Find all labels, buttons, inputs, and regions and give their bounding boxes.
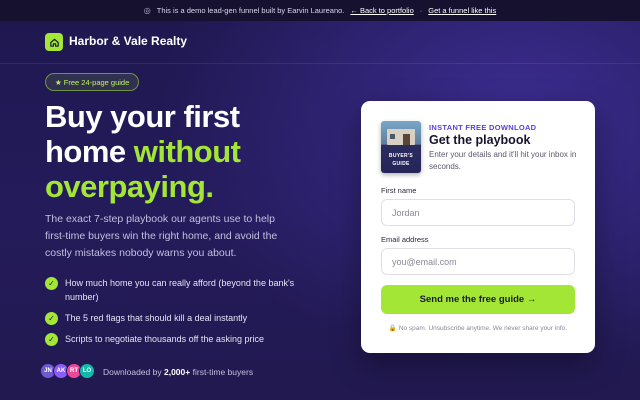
check-icon: ✓ xyxy=(45,333,58,346)
check-icon: ✓ xyxy=(45,277,58,290)
hero-description: The exact 7-step playbook our agents use… xyxy=(45,213,278,259)
avatar-group: JN AK RT LO xyxy=(40,363,95,379)
banner-text: This is a demo lead-gen funnel built by … xyxy=(156,6,345,15)
page-headline: Buy your first home without overpaying. xyxy=(45,99,345,204)
lead-form-card: BUYER'S GUIDE INSTANT FREE DOWNLOAD Get … xyxy=(361,101,595,353)
form-title: Get the playbook xyxy=(429,133,531,147)
free-guide-badge: ★ Free 24-page guide xyxy=(45,73,140,91)
benefits-list: ✓ How much home you can really afford (b… xyxy=(45,276,325,353)
headline-accent-2: overpaying. xyxy=(45,169,214,204)
demo-icon: ◎ xyxy=(143,6,151,15)
banner-separator: · xyxy=(419,6,423,15)
back-to-portfolio-link[interactable]: ← Back to portfolio xyxy=(350,6,413,15)
send-guide-button[interactable]: Send me the free guide → xyxy=(381,285,575,314)
benefit-text: Scripts to negotiate thousands off the a… xyxy=(65,334,264,344)
form-description: Enter your details and it'll hit your in… xyxy=(429,150,577,171)
check-icon: ✓ xyxy=(45,312,58,325)
guide-cover-image: BUYER'S GUIDE xyxy=(381,121,421,173)
headline-line-1: Buy your first xyxy=(45,99,240,134)
first-name-field[interactable] xyxy=(381,199,575,226)
house-illustration xyxy=(387,129,415,145)
demo-banner: ◎ This is a demo lead-gen funnel built b… xyxy=(0,0,640,21)
list-item: ✓ Scripts to negotiate thousands off the… xyxy=(45,332,325,346)
social-proof: Downloaded by 2,000+ first-time buyers xyxy=(103,367,253,377)
privacy-note: 🔒 No spam. Unsubscribe anytime. We never… xyxy=(388,325,568,332)
site-header: Harbor & Vale Realty xyxy=(0,21,640,64)
avatar: LO xyxy=(79,363,95,379)
headline-line-2: home xyxy=(45,134,134,169)
social-suffix: first-time buyers xyxy=(192,367,254,377)
first-name-label: First name xyxy=(381,186,417,195)
list-item: ✓ How much home you can really afford (b… xyxy=(45,276,325,304)
get-funnel-link[interactable]: Get a funnel like this xyxy=(428,6,496,15)
list-item: ✓ The 5 red flags that should kill a dea… xyxy=(45,311,325,325)
social-count: 2,000+ xyxy=(163,367,191,377)
home-icon[interactable] xyxy=(45,33,63,51)
social-prefix: Downloaded by xyxy=(103,367,162,377)
guide-cover-title: BUYER'S GUIDE xyxy=(388,153,414,167)
hero-section: Harbor & Vale Realty ★ Free 24-page guid… xyxy=(0,21,640,400)
form-eyebrow: INSTANT FREE DOWNLOAD xyxy=(429,123,537,132)
email-label: Email address xyxy=(381,235,429,244)
benefit-text: The 5 red flags that should kill a deal … xyxy=(65,313,248,323)
email-field[interactable] xyxy=(381,248,575,275)
benefit-text: How much home you can really afford (bey… xyxy=(65,278,295,302)
headline-accent-1: without xyxy=(133,134,241,169)
brand-name[interactable]: Harbor & Vale Realty xyxy=(69,34,187,48)
